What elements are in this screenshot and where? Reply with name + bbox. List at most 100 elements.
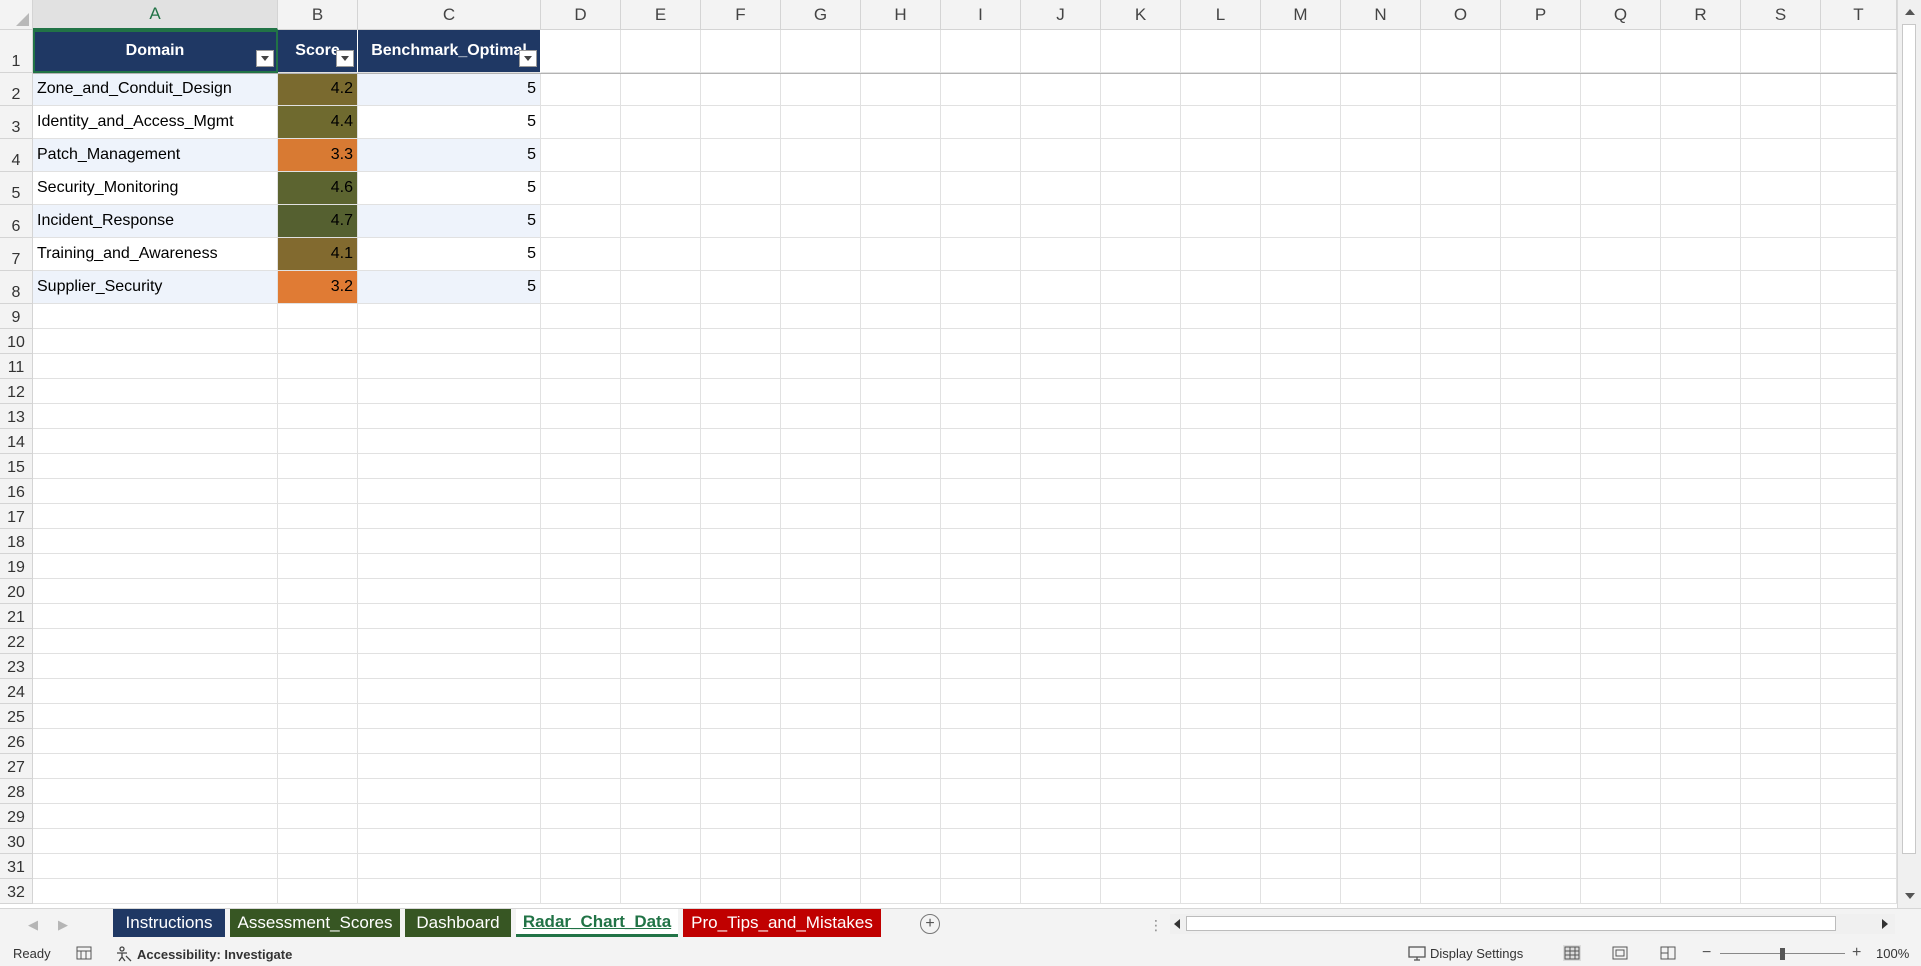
cell-j17[interactable] — [1021, 504, 1101, 529]
cell-n28[interactable] — [1341, 779, 1421, 804]
cell-s29[interactable] — [1741, 804, 1821, 829]
cell-n30[interactable] — [1341, 829, 1421, 854]
cell-h16[interactable] — [861, 479, 941, 504]
cell-l19[interactable] — [1181, 554, 1261, 579]
cell-p9[interactable] — [1501, 304, 1581, 329]
cell-h23[interactable] — [861, 654, 941, 679]
cell-p19[interactable] — [1501, 554, 1581, 579]
cell-l5[interactable] — [1181, 172, 1261, 205]
cell-g19[interactable] — [781, 554, 861, 579]
cell-d9[interactable] — [541, 304, 621, 329]
cell-m32[interactable] — [1261, 879, 1341, 904]
cell-p26[interactable] — [1501, 729, 1581, 754]
column-header-n[interactable]: N — [1341, 0, 1421, 30]
cell-j6[interactable] — [1021, 205, 1101, 238]
cell-d3[interactable] — [541, 106, 621, 139]
cell-j14[interactable] — [1021, 429, 1101, 454]
cell-o18[interactable] — [1421, 529, 1501, 554]
cell-h32[interactable] — [861, 879, 941, 904]
cell-e27[interactable] — [621, 754, 701, 779]
cell-o3[interactable] — [1421, 106, 1501, 139]
cell-q30[interactable] — [1581, 829, 1661, 854]
cell-s23[interactable] — [1741, 654, 1821, 679]
cell-s24[interactable] — [1741, 679, 1821, 704]
cell-p6[interactable] — [1501, 205, 1581, 238]
cell-l13[interactable] — [1181, 404, 1261, 429]
cell-i26[interactable] — [941, 729, 1021, 754]
cell-a8[interactable]: Supplier_Security — [33, 271, 278, 304]
cell-g17[interactable] — [781, 504, 861, 529]
cell-a26[interactable] — [33, 729, 278, 754]
cell-b28[interactable] — [278, 779, 358, 804]
row-header-21[interactable]: 21 — [0, 604, 33, 629]
cell-j19[interactable] — [1021, 554, 1101, 579]
cell-b17[interactable] — [278, 504, 358, 529]
cell-j7[interactable] — [1021, 238, 1101, 271]
cell-m9[interactable] — [1261, 304, 1341, 329]
cell-n11[interactable] — [1341, 354, 1421, 379]
cell-i15[interactable] — [941, 454, 1021, 479]
cell-b31[interactable] — [278, 854, 358, 879]
cell-l26[interactable] — [1181, 729, 1261, 754]
cell-e32[interactable] — [621, 879, 701, 904]
cell-j3[interactable] — [1021, 106, 1101, 139]
cell-g14[interactable] — [781, 429, 861, 454]
cell-d10[interactable] — [541, 329, 621, 354]
cell-k6[interactable] — [1101, 205, 1181, 238]
cell-k18[interactable] — [1101, 529, 1181, 554]
cell-a14[interactable] — [33, 429, 278, 454]
row-header-20[interactable]: 20 — [0, 579, 33, 604]
cell-a21[interactable] — [33, 604, 278, 629]
cell-i4[interactable] — [941, 139, 1021, 172]
cell-l6[interactable] — [1181, 205, 1261, 238]
cell-k25[interactable] — [1101, 704, 1181, 729]
cell-k29[interactable] — [1101, 804, 1181, 829]
cell-m27[interactable] — [1261, 754, 1341, 779]
cell-f5[interactable] — [701, 172, 781, 205]
cell-s12[interactable] — [1741, 379, 1821, 404]
cell-s21[interactable] — [1741, 604, 1821, 629]
column-header-o[interactable]: O — [1421, 0, 1501, 30]
cell-q18[interactable] — [1581, 529, 1661, 554]
cell-i9[interactable] — [941, 304, 1021, 329]
cell-r4[interactable] — [1661, 139, 1741, 172]
cell-r21[interactable] — [1661, 604, 1741, 629]
display-settings-button[interactable]: Display Settings — [1408, 946, 1523, 961]
cell-i24[interactable] — [941, 679, 1021, 704]
cell-o13[interactable] — [1421, 404, 1501, 429]
cell-t26[interactable] — [1821, 729, 1897, 754]
cell-n26[interactable] — [1341, 729, 1421, 754]
cell-l1[interactable] — [1181, 30, 1261, 73]
cell-c6[interactable]: 5 — [358, 205, 541, 238]
cell-e25[interactable] — [621, 704, 701, 729]
page-layout-view-icon[interactable] — [1611, 945, 1629, 961]
cell-p11[interactable] — [1501, 354, 1581, 379]
cell-p14[interactable] — [1501, 429, 1581, 454]
cell-f3[interactable] — [701, 106, 781, 139]
cell-b14[interactable] — [278, 429, 358, 454]
cell-b2[interactable]: 4.2 — [278, 73, 358, 106]
cell-t19[interactable] — [1821, 554, 1897, 579]
cell-h6[interactable] — [861, 205, 941, 238]
column-header-b[interactable]: B — [278, 0, 358, 30]
cell-j32[interactable] — [1021, 879, 1101, 904]
column-header-a[interactable]: A — [33, 0, 278, 30]
cell-i28[interactable] — [941, 779, 1021, 804]
cell-b3[interactable]: 4.4 — [278, 106, 358, 139]
scroll-right-icon[interactable] — [1882, 919, 1888, 929]
column-header-l[interactable]: L — [1181, 0, 1261, 30]
cell-t29[interactable] — [1821, 804, 1897, 829]
cell-q21[interactable] — [1581, 604, 1661, 629]
cell-q25[interactable] — [1581, 704, 1661, 729]
scroll-down-icon[interactable] — [1905, 893, 1915, 899]
cell-r18[interactable] — [1661, 529, 1741, 554]
cell-d13[interactable] — [541, 404, 621, 429]
cell-j23[interactable] — [1021, 654, 1101, 679]
cell-a20[interactable] — [33, 579, 278, 604]
cell-s1[interactable] — [1741, 30, 1821, 73]
cell-g25[interactable] — [781, 704, 861, 729]
cell-d20[interactable] — [541, 579, 621, 604]
scroll-up-icon[interactable] — [1905, 9, 1915, 15]
cell-g29[interactable] — [781, 804, 861, 829]
cell-s11[interactable] — [1741, 354, 1821, 379]
